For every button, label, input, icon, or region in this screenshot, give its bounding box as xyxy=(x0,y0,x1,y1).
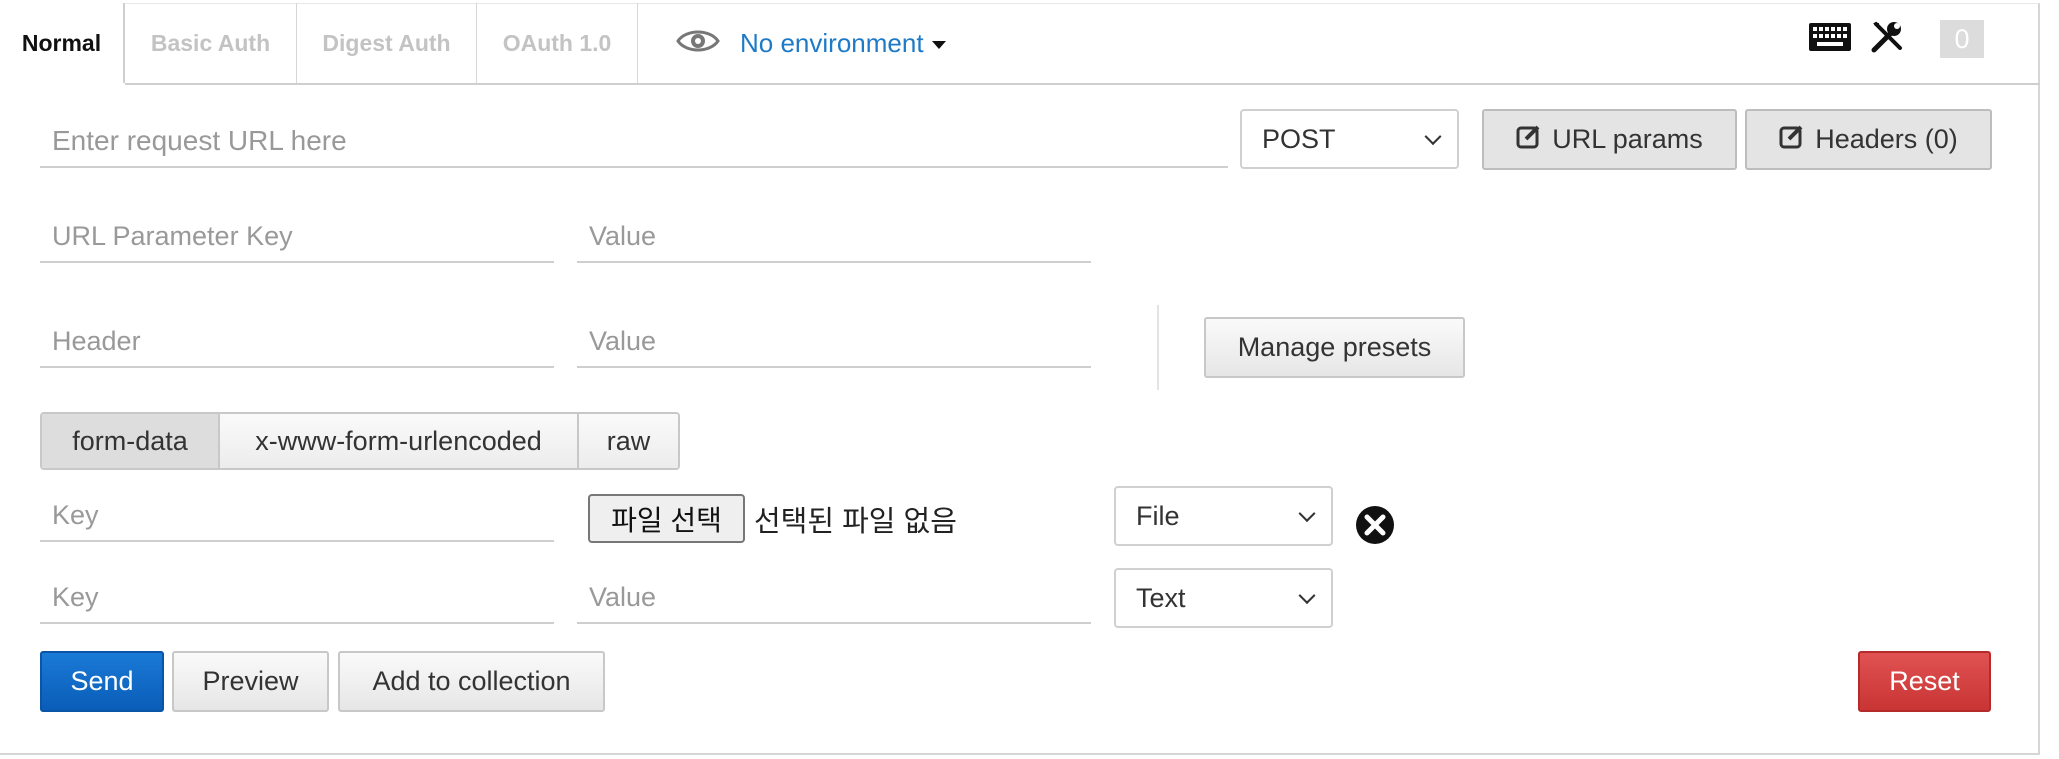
form-type-select[interactable]: Text xyxy=(1114,568,1333,628)
preview-button[interactable]: Preview xyxy=(172,651,329,712)
tabs-divider xyxy=(125,83,2040,85)
add-to-collection-button[interactable]: Add to collection xyxy=(338,651,605,712)
url-param-value-input[interactable]: Value xyxy=(577,211,1091,263)
chevron-down-icon xyxy=(1424,128,1442,146)
form-key-input[interactable]: Key xyxy=(40,572,554,624)
edit-icon xyxy=(1779,123,1805,156)
url-params-button[interactable]: URL params xyxy=(1482,109,1737,170)
counter-badge[interactable]: 0 xyxy=(1940,20,1984,58)
header-key-input[interactable]: Header xyxy=(40,316,554,368)
url-param-key-input[interactable]: URL Parameter Key xyxy=(40,211,554,263)
chevron-down-icon xyxy=(1298,505,1316,523)
form-key-input[interactable]: Key xyxy=(40,490,554,542)
send-button[interactable]: Send xyxy=(40,651,164,712)
choose-file-button[interactable]: 파일 선택 xyxy=(588,494,745,543)
headers-button[interactable]: Headers (0) xyxy=(1745,109,1992,170)
wrench-icon[interactable] xyxy=(1870,20,1904,59)
auth-tabs: Normal Basic Auth Digest Auth OAuth 1.0 xyxy=(0,3,2040,85)
keyboard-icon[interactable] xyxy=(1808,22,1852,57)
body-mode-selector: form-data x-www-form-urlencoded raw xyxy=(40,412,680,470)
divider xyxy=(1157,305,1159,390)
eye-icon[interactable] xyxy=(676,28,720,59)
file-status: 선택된 파일 없음 xyxy=(754,506,957,538)
form-type-select[interactable]: File xyxy=(1114,486,1333,546)
tab-basic-auth[interactable]: Basic Auth xyxy=(125,3,297,83)
manage-presets-button[interactable]: Manage presets xyxy=(1204,317,1465,378)
body-mode-raw[interactable]: raw xyxy=(579,414,678,468)
url-input[interactable]: Enter request URL here xyxy=(40,115,1228,168)
header-value-input[interactable]: Value xyxy=(577,316,1091,368)
headers-label: Headers (0) xyxy=(1815,124,1958,154)
form-value-input[interactable]: Value xyxy=(577,572,1091,624)
form-type-value: Text xyxy=(1136,582,1186,613)
method-value: POST xyxy=(1262,123,1336,154)
environment-selector[interactable]: No environment xyxy=(676,20,946,66)
environment-label[interactable]: No environment xyxy=(740,28,946,59)
method-select[interactable]: POST xyxy=(1240,109,1459,169)
caret-down-icon xyxy=(931,40,946,49)
reset-button[interactable]: Reset xyxy=(1858,651,1991,712)
body-mode-form-data[interactable]: form-data xyxy=(42,414,220,468)
tab-normal[interactable]: Normal xyxy=(0,3,125,83)
body-mode-urlencoded[interactable]: x-www-form-urlencoded xyxy=(220,414,579,468)
form-type-value: File xyxy=(1136,500,1180,531)
tab-oauth[interactable]: OAuth 1.0 xyxy=(477,3,638,83)
edit-icon xyxy=(1516,123,1542,156)
tab-digest-auth[interactable]: Digest Auth xyxy=(297,3,477,83)
chevron-down-icon xyxy=(1298,587,1316,605)
url-params-label: URL params xyxy=(1552,124,1703,154)
remove-row-icon[interactable] xyxy=(1355,505,1395,550)
